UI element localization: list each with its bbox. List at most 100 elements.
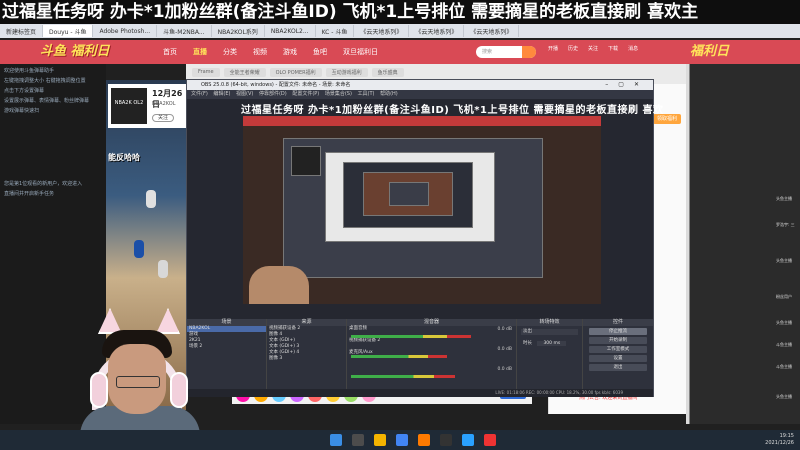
folder-icon[interactable]	[374, 434, 386, 446]
stream-subtitle: NBA2KOL	[152, 101, 176, 107]
stop-stream-button[interactable]: 停止推流	[589, 328, 647, 335]
menu-item[interactable]: 帮助(H)	[380, 91, 398, 97]
nav-item[interactable]: 游戏	[275, 47, 305, 57]
browser-tab[interactable]: 《云天地系列》	[464, 25, 520, 37]
menu-item[interactable]: 文件(F)	[191, 91, 208, 97]
clock[interactable]: 19:15 2021/12/26	[765, 433, 794, 447]
browser-tab[interactable]: 《云天地系列》	[409, 25, 465, 37]
window-controls-icon[interactable]: –▢✕	[605, 80, 649, 90]
header-icon-label[interactable]: 开播	[548, 45, 558, 52]
search-icon[interactable]	[522, 46, 536, 58]
browser-tab[interactable]: 斗鱼-M2NBA...	[157, 25, 212, 37]
avatar[interactable]: NBA2K OL2	[111, 88, 147, 124]
menu-item[interactable]: 工具(T)	[358, 91, 375, 97]
transitions-dock: 转场特效 淡出 时长 300 ms	[517, 319, 583, 389]
menu-item[interactable]: 视图(V)	[236, 91, 253, 97]
browser-tab[interactable]: 《云天地系列》	[354, 25, 410, 37]
site-nav: 斗鱼 福利日 首页 直播 分类 视频 游戏 鱼吧 双旦福利日 搜索 开播 历史 …	[0, 40, 800, 64]
nav-item[interactable]: 双旦福利日	[335, 47, 386, 57]
search-input[interactable]: 搜索	[476, 46, 536, 58]
start-recording-button[interactable]: 开始录制	[589, 337, 647, 344]
obs-docks: 场景 NBA2KOL 游戏 2K21 场景 2 来源 视频捕获设备 2 图像 4…	[187, 319, 653, 389]
clock-time: 19:15	[779, 433, 794, 439]
follow-button[interactable]: 关注	[152, 114, 174, 122]
menu-item[interactable]: 编辑(E)	[213, 91, 230, 97]
dock-header: 转场特效	[517, 319, 582, 326]
right-chat-panel: 头鱼主播 罗浩宇: 三 头鱼主播 粉丝用户 头鱼主播 斗鱼主播 斗鱼主播 头鱼主…	[686, 64, 800, 424]
dock-header: 混音器	[347, 319, 516, 326]
chat-line: 欢迎使用斗鱼弹幕助手	[4, 68, 55, 74]
header-icon-label[interactable]: 历史	[568, 45, 578, 52]
content-tab[interactable]: OLO POMER福利	[269, 68, 322, 77]
glasses	[116, 376, 160, 388]
nav-item[interactable]: 视频	[245, 47, 275, 57]
site-logo[interactable]: 斗鱼 福利日	[40, 41, 140, 63]
browser-tab[interactable]: Douyu - 斗鱼	[43, 25, 94, 37]
mixer-meter	[351, 355, 447, 358]
chat-message: 斗鱼主播	[776, 364, 792, 369]
game-caption: 能反哈哈	[108, 153, 140, 162]
menu-item[interactable]: 配置文件(P)	[292, 91, 319, 97]
nav-item[interactable]: 鱼吧	[305, 47, 335, 57]
promo-banner[interactable]: 福利日	[690, 40, 800, 64]
mixer-meter	[351, 375, 455, 378]
menu-item[interactable]: 停靠部件(D)	[259, 91, 287, 97]
content-tab[interactable]: Frame	[192, 68, 220, 77]
app-icon[interactable]	[462, 434, 474, 446]
browser-icon[interactable]	[396, 434, 408, 446]
studio-mode-button[interactable]: 工作室模式	[589, 346, 647, 353]
nav-item[interactable]: 首页	[155, 47, 185, 57]
browser-tab[interactable]: 新建标签页	[0, 25, 44, 37]
source-item[interactable]: 图像 3	[267, 356, 346, 362]
chat-message: 罗浩宇: 三	[776, 222, 795, 227]
preview-title-text: 过福星任务呀 办卡*1加粉丝群(备注斗鱼ID) 飞机*1上号排位 需要摘星的老板…	[241, 105, 664, 116]
content-tab[interactable]: 互动游戏福利	[325, 68, 368, 77]
content-tab[interactable]: 鱼乐盛典	[371, 68, 404, 77]
preview-canvas	[243, 116, 601, 304]
browser-tab[interactable]: Adobe Photosh...	[93, 25, 158, 37]
header-icon-label[interactable]: 关注	[588, 45, 598, 52]
menu-item[interactable]: 场景集合(S)	[325, 91, 352, 97]
content-tab[interactable]: 全能王者荣耀	[223, 68, 266, 77]
browser-tab[interactable]: NBA2KOL系列	[212, 25, 265, 37]
controls-dock: 控件 停止推流 开始录制 工作室模式 设置 退出	[583, 319, 653, 389]
header-icons: 开播 历史 关注 下载 消息	[548, 45, 638, 52]
obs-titlebar: OBS 25.0.8 (64-bit, windows) - 配置文件: 未命名…	[187, 80, 653, 90]
settings-button[interactable]: 设置	[589, 355, 647, 362]
duration-input[interactable]: 300 ms	[537, 341, 567, 346]
obs-title: OBS 25.0.8 (64-bit, windows) - 配置文件: 未命名…	[201, 82, 351, 88]
screen: 过福星任务呀 办卡*1加粉丝群(备注斗鱼ID) 飞机*1上号排位 需要摘星的老板…	[0, 0, 800, 450]
nav-item[interactable]: 分类	[215, 47, 245, 57]
header-icon-label[interactable]: 消息	[628, 45, 638, 52]
player-figure	[134, 240, 144, 258]
mixer-db: 0.0 dB	[497, 327, 512, 332]
streamer-card: NBA2K OL2 12月26日 NBA2KOL 关注	[108, 84, 188, 128]
chat-message: 头鱼主播	[776, 196, 792, 201]
mixer-db: 0.0 dB	[497, 367, 512, 372]
chat-line	[4, 118, 102, 178]
browser-tab[interactable]: KC - 斗鱼	[316, 25, 355, 37]
search-placeholder: 搜索	[482, 49, 493, 55]
chat-line: 您是第1位观看的新用户，欢迎进入	[4, 181, 83, 187]
marquee-banner: 过福星任务呀 办卡*1加粉丝群(备注斗鱼ID) 飞机*1上号排位 需要摘星的老板…	[0, 0, 800, 24]
transition-select[interactable]: 淡出	[521, 329, 578, 335]
exit-button[interactable]: 退出	[589, 364, 647, 371]
app-icon[interactable]	[484, 434, 496, 446]
obs-preview[interactable]: 过福星任务呀 办卡*1加粉丝群(备注斗鱼ID) 飞机*1上号排位 需要摘星的老板…	[187, 99, 663, 319]
dock-header: 来源	[267, 319, 346, 326]
nav-item-active[interactable]: 直播	[185, 47, 215, 57]
duration-label: 时长	[523, 341, 532, 346]
obs-icon[interactable]	[440, 434, 452, 446]
browser-tab[interactable]: NBA2KOL2...	[265, 25, 316, 37]
chat-message: 粉丝用户	[776, 294, 792, 299]
search-icon[interactable]	[352, 434, 364, 446]
windows-icon[interactable]	[330, 434, 342, 446]
mixer-meter	[351, 335, 471, 338]
chat-message: 头鱼主播	[776, 394, 792, 399]
douyu-icon[interactable]	[418, 434, 430, 446]
chat-message: 头鱼主播	[776, 320, 792, 325]
mixer-db: 0.0 dB	[497, 347, 512, 352]
header-icon-label[interactable]: 下载	[608, 45, 618, 52]
chat-line: 直播间并开启新手任务	[4, 191, 55, 197]
chat-line: 设置展示弹幕、表情弹幕、粉丝牌弹幕	[4, 98, 90, 104]
